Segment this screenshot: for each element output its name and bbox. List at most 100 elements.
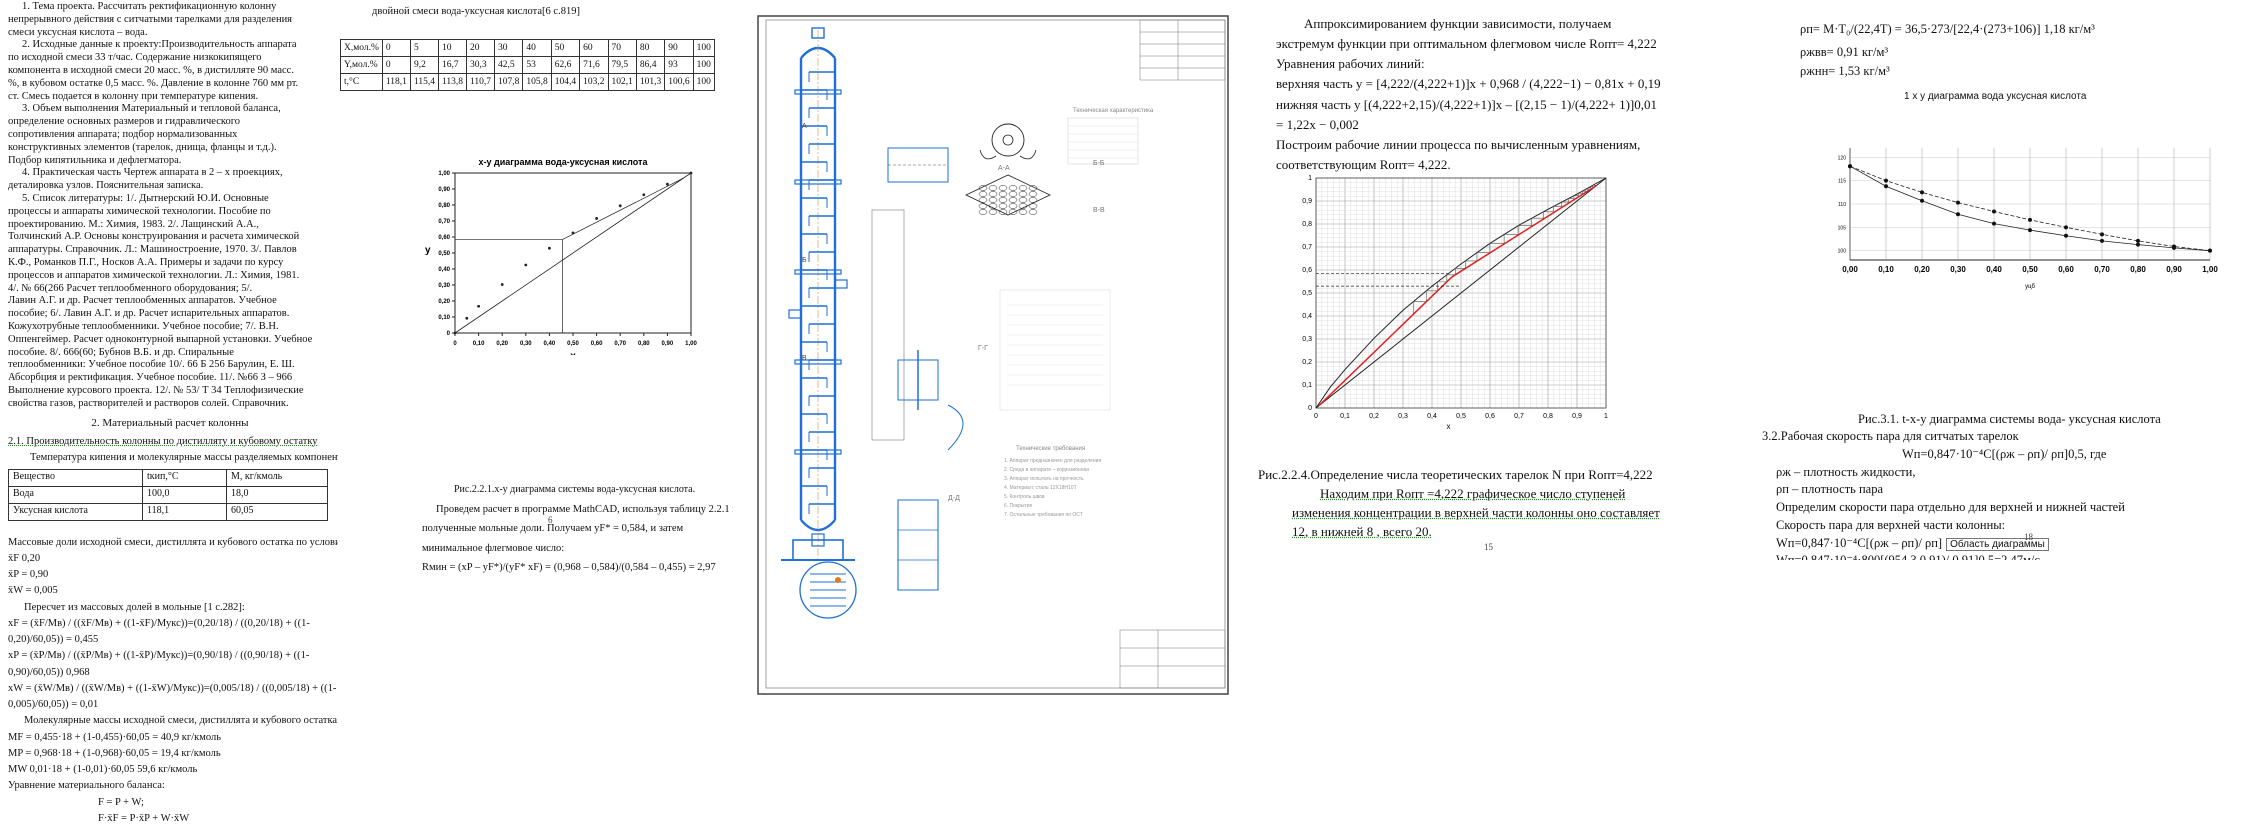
- data-point: [2064, 225, 2068, 230]
- y-tick-label: 0,70: [438, 219, 450, 225]
- perforation: [978, 197, 988, 203]
- text-line: Лавин А.Г. и др. Расчет теплообменных ап…: [8, 295, 277, 307]
- text-line: верхняя часть y = [4,222/(4,222+1)]x + 0…: [1276, 76, 1661, 92]
- table-cell: 5: [409, 39, 439, 57]
- text-line: MP = 0,968·18 + (1-0,968)·60,05 = 19,4 к…: [8, 747, 221, 759]
- stage-count-chart: 0 0,1 0,2 0,3 0,4 0,5 0,6 0,7 0,8 0,9 1 0 0,1 0,2 0,3 0…: [1302, 175, 1608, 431]
- text-line: 0,005)/60,05)) = 0,01: [8, 699, 99, 711]
- table-cell: X,мол.%: [340, 39, 383, 57]
- tech-requirements: 1. Аппарат предназначен для разделения 2.…: [1004, 458, 1101, 518]
- text-line: Rмин = (xP – yF*)/(yF* xF) = (0,968 – 0,…: [422, 562, 716, 574]
- text-line: Wп=0,847·10⁻⁴·800[(954,3 0,91)/ 0,91]0,5…: [1762, 552, 2125, 560]
- table-cell: 105,8: [522, 73, 552, 91]
- doc1-calculations: Массовые доли исходной смеси, дистиллята…: [8, 535, 340, 828]
- x-tick-label: 0,60: [591, 341, 603, 347]
- text-line: по исходной смеси 33 т/час. Содержание н…: [8, 52, 262, 64]
- boiling-table: Вещество tкип,°С М, кг/кмоль Вода 100,0 …: [8, 468, 328, 521]
- perforation: [1008, 197, 1018, 203]
- x-tick-label: 0,40: [1986, 265, 2002, 274]
- text-line: смеси уксусная кислота – вода.: [8, 26, 148, 38]
- table-header: tкип,°С: [142, 468, 227, 487]
- perforation: [1028, 203, 1038, 209]
- equilibrium-table: X,мол.% 0 5 10 20 30 40 50 60 70 80 90 100 Y,мол.% 0 9,…: [340, 39, 715, 91]
- data-point: [453, 331, 457, 335]
- tech-line: 3. Аппарат испытать на прочность: [1004, 476, 1084, 482]
- y-tick-label: 115: [1838, 179, 1846, 185]
- y-tick-label: 0: [1308, 405, 1312, 412]
- x-tick-label: 0,3: [1398, 413, 1408, 420]
- table-intro: двойной смеси вода-уксусная кислота[6 с.…: [372, 6, 580, 17]
- perforation: [1028, 197, 1038, 203]
- table-header: Вещество: [8, 468, 143, 487]
- text-line: 5. Список литературы: 1/. Дытнерский Ю.И…: [22, 192, 269, 204]
- page-number: 18: [2024, 532, 2033, 542]
- table-cell: 16,7: [437, 56, 468, 74]
- perforation: [1008, 203, 1018, 209]
- table-row: Y,мол.% 0 9,2 16,7 30,3 42,5 53 62,6 71,6 79,5 86,…: [340, 56, 715, 74]
- table-cell: 104,4: [550, 73, 581, 91]
- notes-frame: [999, 289, 1111, 411]
- x-axis-label: x: [570, 351, 576, 355]
- text-line: Пересчет из массовых долей в мольные [1 …: [24, 601, 245, 613]
- table-cell: 79,5: [607, 56, 637, 74]
- text-line: Wп=0,847·10⁻⁴C[(ρж – ρп)/ ρп]0,5, где: [1902, 446, 2107, 461]
- table-cell: 62,6: [550, 56, 581, 74]
- section-label: А-А: [998, 165, 1010, 172]
- text-line: Выполнение курсового проекта. 12/. № 53/…: [8, 384, 304, 396]
- table-cell: 10: [437, 39, 468, 57]
- text-line: = 1,22x − 0,002: [1276, 116, 1359, 132]
- perforation: [1018, 197, 1028, 203]
- y-tick-label: 0,1: [1302, 382, 1312, 389]
- text-line: ρп – плотность пара: [1776, 482, 1884, 497]
- table-cell: Вода: [8, 485, 143, 504]
- table-cell: 103,2: [579, 73, 609, 91]
- table-cell: 93: [664, 56, 694, 74]
- y-tick-label: 0: [447, 331, 451, 337]
- stage-steps: [1412, 185, 1597, 315]
- text-line: аппаратуры. Справочник. Л.: Машиностроен…: [8, 244, 297, 256]
- nozzle: [788, 309, 802, 319]
- text-line: 4/. № 66(266 Расчет теплообменного обору…: [8, 282, 253, 294]
- y-tick-label: 100: [1838, 249, 1847, 255]
- perforation: [988, 197, 998, 203]
- y-tick-label: 1,00: [438, 171, 450, 177]
- document-page-5: ρп= М·Т₀/(22,4Т) = 36,5·273/[22,4·(273+1…: [1762, 0, 2251, 560]
- text-line: Абсорбция и ректификация. Учебное пособи…: [8, 372, 293, 384]
- y-tick-label: 0,9: [1302, 198, 1312, 205]
- table-cell: 90: [664, 39, 694, 57]
- text-line: проектированию. М.: Химия, 1983. 2/. Лащ…: [8, 218, 259, 230]
- table-row: t,°С 118,1 115,4 113,8 110,7 107,8 105,8 104,4 1…: [340, 73, 715, 91]
- text-line: Уравнение материального баланса:: [8, 780, 165, 792]
- document-page-4: Аппроксимированием функции зависимости, …: [1240, 0, 1740, 560]
- text-line: 3.2.Рабочая скорость пара для ситчатых т…: [1762, 429, 2019, 443]
- tech-line: 4. Материал: сталь 12Х18Н10Т: [1004, 485, 1077, 491]
- text-line: xP = (x̄P/Мв) / ((x̄P/Мв) + ((1-x̄P)/Мук…: [8, 650, 310, 662]
- x-tick-label: 0,70: [2094, 265, 2110, 274]
- table-cell: 100: [692, 73, 715, 91]
- distillation-column-drawing: А-А Б-Б В-В Г-Г Д-Д А Б В Технические тр…: [757, 15, 1229, 695]
- text-line: ρж – плотность жидкости,: [1776, 464, 1916, 479]
- data-point: [477, 304, 480, 308]
- document-page-2: двойной смеси вода-уксусная кислота[6 с.…: [338, 0, 733, 833]
- y-tick-label: 0,30: [438, 283, 450, 289]
- text-line: процессов и аппаратов химической техноло…: [8, 269, 300, 281]
- data-point: [689, 171, 693, 175]
- x-tick-label: 0,50: [2022, 265, 2038, 274]
- perforation: [978, 203, 988, 209]
- table-cell: 101,3: [635, 73, 666, 91]
- figure-caption: Рис.2.2.4.Определение числа теоретически…: [1258, 467, 1653, 482]
- text-line: %, в кубовом остатке 0,5 масс. %. Давлен…: [8, 77, 299, 89]
- data-point: [642, 193, 646, 197]
- tech-line: 2. Среда в аппарате – коррозионная: [1004, 467, 1089, 473]
- xy-diagram-chart: x-у диаграмма вода-уксусная кислота 0 0,1…: [425, 157, 697, 355]
- table-cell: 42,5: [494, 56, 524, 74]
- perforation: [1008, 209, 1018, 215]
- text-line: пособие; 6/. Лавин А.Г. и др. Расчет исп…: [8, 308, 290, 320]
- text-line: Подбор кипятильника и дефлегматора.: [8, 154, 182, 166]
- feed-inlet: [834, 279, 848, 289]
- text-line: Скорость пара для верхней части колонны:: [1776, 517, 2006, 532]
- text-line: Молекулярные массы исходной смеси, дисти…: [24, 715, 340, 727]
- characteristics-title: Техническая характеристика: [1073, 108, 1154, 114]
- table-cell: 60: [579, 39, 609, 57]
- tech-line: 7. Остальные требования по ОСТ: [1004, 512, 1083, 518]
